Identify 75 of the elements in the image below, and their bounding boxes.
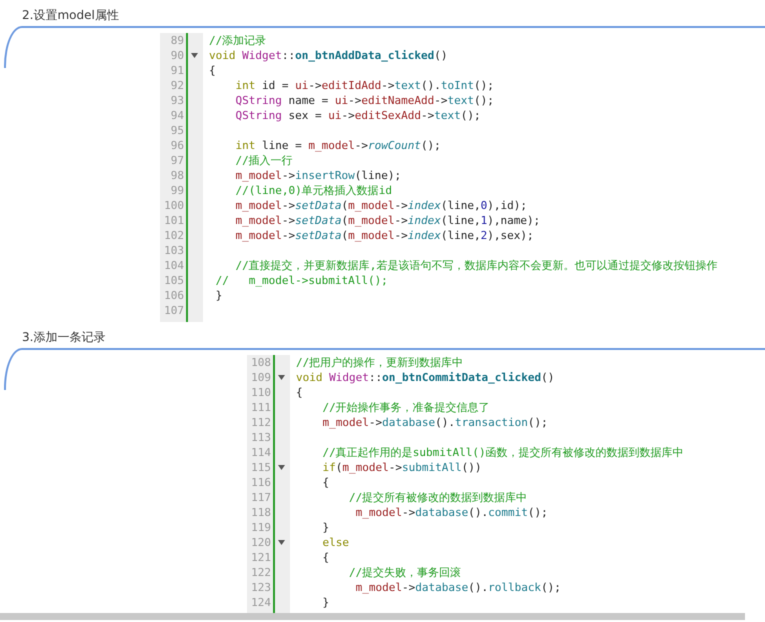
line-number: 94 [170,108,185,123]
code-line: QString sex = ui->editSexAdd->text(); [234,108,481,123]
line-number: 105 [163,273,185,288]
line-number: 107 [163,303,185,318]
code-line: m_model->setData(m_model->index(line,1),name); [234,213,540,228]
line-number: 89 [170,33,185,48]
code-line: //提交所有被修改的数据到数据库中 [348,490,528,505]
line-number: 123 [250,580,272,595]
line-number: 121 [250,550,272,565]
code-line: { [296,385,303,400]
code-line: m_model->database().rollback(); [354,580,561,595]
code-line: { [209,63,216,78]
line-number: 114 [250,445,272,460]
line-number: 112 [250,415,272,430]
line-number: 116 [250,475,272,490]
line-number: 98 [170,168,185,183]
line-number: 122 [250,565,272,580]
line-number: 124 [250,595,272,610]
code-line: { [321,475,330,490]
code-line: if(m_model->submitAll()) [321,460,482,475]
line-number: 113 [250,430,272,445]
code-line: //把用户的操作，更新到数据库中 [296,355,464,370]
line-number: 92 [170,78,185,93]
code-line: int id = ui->editIdAdd->text().toInt(); [234,78,494,93]
line-number: 93 [170,93,185,108]
line-number: 104 [163,258,185,273]
line-number: 91 [170,63,185,78]
code-line: //插入一行 [234,153,293,168]
line-number: 90 [170,48,185,63]
line-number: 108 [250,355,272,370]
code-line: int line = m_model->rowCount(); [234,138,441,153]
line-number: 96 [170,138,185,153]
code-line: void Widget::on_btnCommitData_clicked() [296,370,554,385]
code-line: } [214,288,222,303]
code-line: //(line,0)单元格插入数据id [234,183,392,198]
code-line: QString name = ui->editNameAdd->text(); [234,93,494,108]
line-number: 95 [170,123,185,138]
code-line: } [321,520,330,535]
fold-arrow-icon[interactable] [278,540,285,545]
code-line: //提交失败，事务回滚 [348,565,462,580]
fold-arrow-icon[interactable] [278,465,285,470]
line-number: 115 [250,460,272,475]
line-number: 103 [163,243,185,258]
code-line: m_model->database().transaction(); [321,415,548,430]
line-number: 110 [250,385,272,400]
line-number: 99 [170,183,185,198]
fold-arrow-icon[interactable] [278,375,285,380]
line-number: 119 [250,520,272,535]
fold-arrow-icon[interactable] [191,53,198,58]
code-line: m_model->setData(m_model->index(line,2),sex); [234,228,534,243]
section-heading: 2.设置model属性 [21,7,120,23]
line-number: 101 [163,213,185,228]
code-line: } [321,595,330,610]
line-number: 97 [170,153,185,168]
code-line: //真正起作用的是submitAll()函数，提交所有被修改的数据到数据库中 [321,445,684,460]
code-line: //直接提交，并更新数据库,若是该语句不写，数据库内容不会更新。也可以通过提交修改按钮操作 [234,258,718,273]
line-number: 111 [250,400,272,415]
section-heading: 3.添加一条记录 [21,329,106,345]
code-line: m_model->database().commit(); [354,505,548,520]
code-line: m_model->setData(m_model->index(line,0),id); [234,198,527,213]
code-line: //开始操作事务，准备提交信息了 [321,400,490,415]
line-number: 120 [250,535,272,550]
code-line: //添加记录 [209,33,266,48]
code-line: else [321,535,349,550]
code-line: { [321,550,330,565]
code-line: m_model->insertRow(line); [234,168,402,183]
line-number: 117 [250,490,272,505]
line-number: 106 [163,288,185,303]
horizontal-scrollbar[interactable] [0,613,745,620]
line-number: 100 [163,198,185,213]
line-number: 102 [163,228,185,243]
line-number: 109 [250,370,272,385]
line-number: 118 [250,505,272,520]
code-line: void Widget::on_btnAddData_clicked() [209,48,448,63]
code-line: // m_model->submitAll(); [214,273,388,288]
